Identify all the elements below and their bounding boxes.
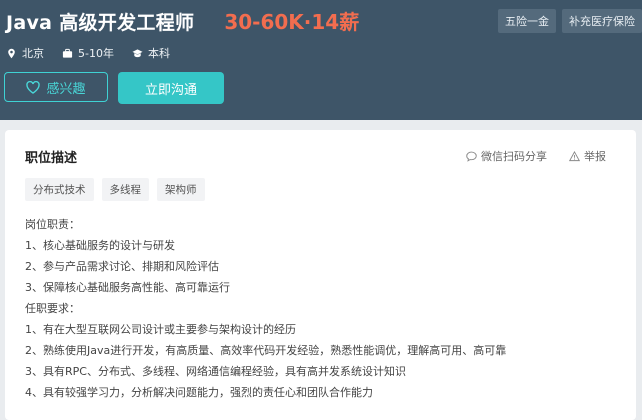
section-title: 职位描述: [25, 151, 78, 166]
interested-label: 感兴趣: [46, 81, 86, 97]
description-line: 3、具有RPC、分布式、多线程、网络通信编程经验，具有高并发系统设计知识: [25, 365, 406, 378]
job-description-card: 职位描述 微信扫码分享 举报 分布式技术 多线程 架构师 岗位职责： 1、核心基…: [5, 130, 636, 420]
description-line: 3、保障核心基础服务高性能、高可靠运行: [25, 281, 230, 294]
wechat-share-label: 微信扫码分享: [481, 150, 547, 163]
description-line: 任职要求：: [25, 302, 80, 315]
job-description-text: 岗位职责： 1、核心基础服务的设计与研发 2、参与产品需求讨论、排期和风险评估 …: [25, 214, 506, 403]
description-line: 2、熟练使用Java进行开发，有高质量、高效率代码开发经验，熟悉性能调优，理解高…: [25, 344, 507, 357]
interested-button[interactable]: 感兴趣: [4, 72, 108, 102]
salary: 30-60K·14薪: [224, 10, 360, 34]
welfare-tags: 五险一金 补充医疗保险: [498, 9, 642, 33]
chat-now-button[interactable]: 立即沟通: [118, 72, 224, 104]
description-line: 4、具有较强学习力，分析解决问题能力，强烈的责任心和团队合作能力: [25, 386, 373, 399]
description-line: 1、有在大型互联网公司设计或主要参与架构设计的经历: [25, 323, 296, 336]
skill-tag[interactable]: 架构师: [157, 178, 205, 201]
skill-tag[interactable]: 多线程: [101, 178, 149, 201]
description-line: 2、参与产品需求讨论、排期和风险评估: [25, 260, 219, 273]
report-link[interactable]: 举报: [569, 148, 606, 164]
experience-text: 5-10年: [78, 47, 114, 60]
education-text: 本科: [147, 47, 170, 60]
job-meta: 北京 5-10年 本科: [6, 45, 170, 61]
education: 本科: [132, 45, 170, 61]
card-actions: 微信扫码分享 举报: [466, 148, 606, 164]
wechat-share-link[interactable]: 微信扫码分享: [466, 148, 547, 164]
location: 北京: [6, 45, 44, 61]
title-row: Java 高级开发工程师 30-60K·14薪: [6, 6, 359, 35]
location-text: 北京: [22, 47, 44, 60]
chat-bubble-icon: [466, 151, 477, 162]
skill-tags: 分布式技术 多线程 架构师: [25, 178, 205, 201]
action-buttons: 感兴趣 立即沟通: [4, 72, 224, 104]
briefcase-icon: [62, 48, 73, 58]
welfare-tag: 五险一金: [498, 9, 556, 33]
report-label: 举报: [584, 150, 606, 163]
heart-icon: [26, 80, 41, 94]
skill-tag[interactable]: 分布式技术: [25, 178, 94, 201]
location-pin-icon: [8, 48, 15, 58]
description-line: 岗位职责：: [25, 218, 80, 231]
graduation-cap-icon: [132, 48, 143, 57]
description-line: 1、核心基础服务的设计与研发: [25, 239, 175, 252]
job-header: Java 高级开发工程师 30-60K·14薪 五险一金 补充医疗保险 北京 5…: [0, 0, 642, 120]
warning-icon: [569, 150, 580, 161]
welfare-tag: 补充医疗保险: [562, 9, 642, 33]
experience: 5-10年: [62, 45, 114, 61]
job-title: Java 高级开发工程师: [6, 12, 195, 34]
